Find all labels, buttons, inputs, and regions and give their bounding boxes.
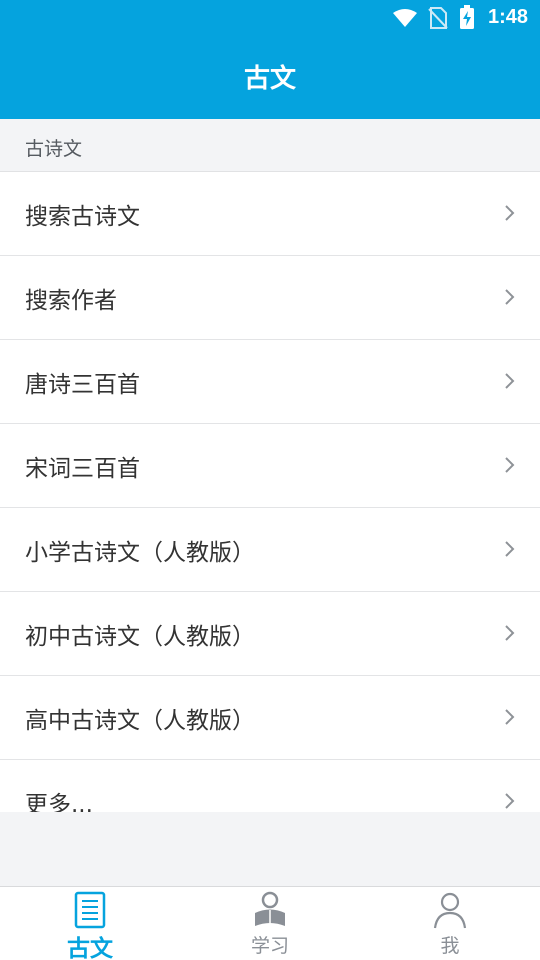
chevron-right-icon: [505, 289, 515, 305]
list-item-search-poems[interactable]: 搜索古诗文: [0, 172, 540, 256]
list-item-high-school[interactable]: 高中古诗文（人教版）: [0, 676, 540, 760]
page-title: 古文: [243, 64, 296, 94]
chevron-right-icon: [505, 373, 515, 389]
chevron-right-icon: [505, 205, 515, 221]
tab-me[interactable]: 我: [360, 887, 540, 960]
list-item-middle-school[interactable]: 初中古诗文（人教版）: [0, 592, 540, 676]
chevron-right-icon: [505, 541, 515, 557]
list-item-label: 唐诗三百首: [25, 372, 140, 398]
tab-label: 我: [440, 935, 460, 957]
tab-guwen[interactable]: 古文: [0, 887, 180, 960]
app-screen: 1:48 古文 古诗文 搜索古诗文 搜索作者 唐诗三百首 宋词三百首 小学古诗文…: [0, 0, 540, 960]
list-item-search-authors[interactable]: 搜索作者: [0, 256, 540, 340]
reader-icon: [255, 891, 285, 926]
chevron-right-icon: [505, 625, 515, 641]
chevron-right-icon: [505, 793, 515, 809]
content-spacer: [0, 812, 540, 886]
tab-study[interactable]: 学习: [180, 887, 360, 960]
list-item-label: 搜索作者: [25, 288, 117, 314]
list-item-label: 小学古诗文（人教版）: [25, 540, 255, 566]
list-item-label: 搜索古诗文: [25, 204, 140, 230]
chevron-right-icon: [505, 709, 515, 725]
list-item-label: 高中古诗文（人教版）: [25, 708, 255, 734]
tab-label: 古文: [67, 936, 113, 960]
list-item-song-ci[interactable]: 宋词三百首: [0, 424, 540, 508]
status-bar: 1:48: [0, 0, 540, 36]
no-sim-icon: [428, 7, 448, 29]
list-item-more[interactable]: 更多...: [0, 760, 540, 812]
person-icon: [433, 892, 467, 929]
section-header-label: 古诗文: [25, 138, 83, 160]
document-icon: [74, 891, 106, 929]
list-item-primary-school[interactable]: 小学古诗文（人教版）: [0, 508, 540, 592]
tab-label: 学习: [250, 935, 289, 957]
list-item-label: 初中古诗文（人教版）: [25, 624, 255, 650]
status-time: 1:48: [487, 6, 528, 28]
list-item-label: 宋词三百首: [25, 456, 140, 482]
wifi-icon: [393, 9, 417, 27]
section-header: 古诗文: [0, 119, 540, 172]
battery-charging-icon: [460, 5, 474, 29]
app-header: 1:48 古文: [0, 0, 540, 119]
chevron-right-icon: [505, 457, 515, 473]
list-item-label: 更多...: [25, 792, 93, 812]
menu-list: 搜索古诗文 搜索作者 唐诗三百首 宋词三百首 小学古诗文（人教版） 初中古诗文（…: [0, 172, 540, 812]
list-item-tang-poems[interactable]: 唐诗三百首: [0, 340, 540, 424]
bottom-tab-bar: 古文 学习 我: [0, 886, 540, 960]
